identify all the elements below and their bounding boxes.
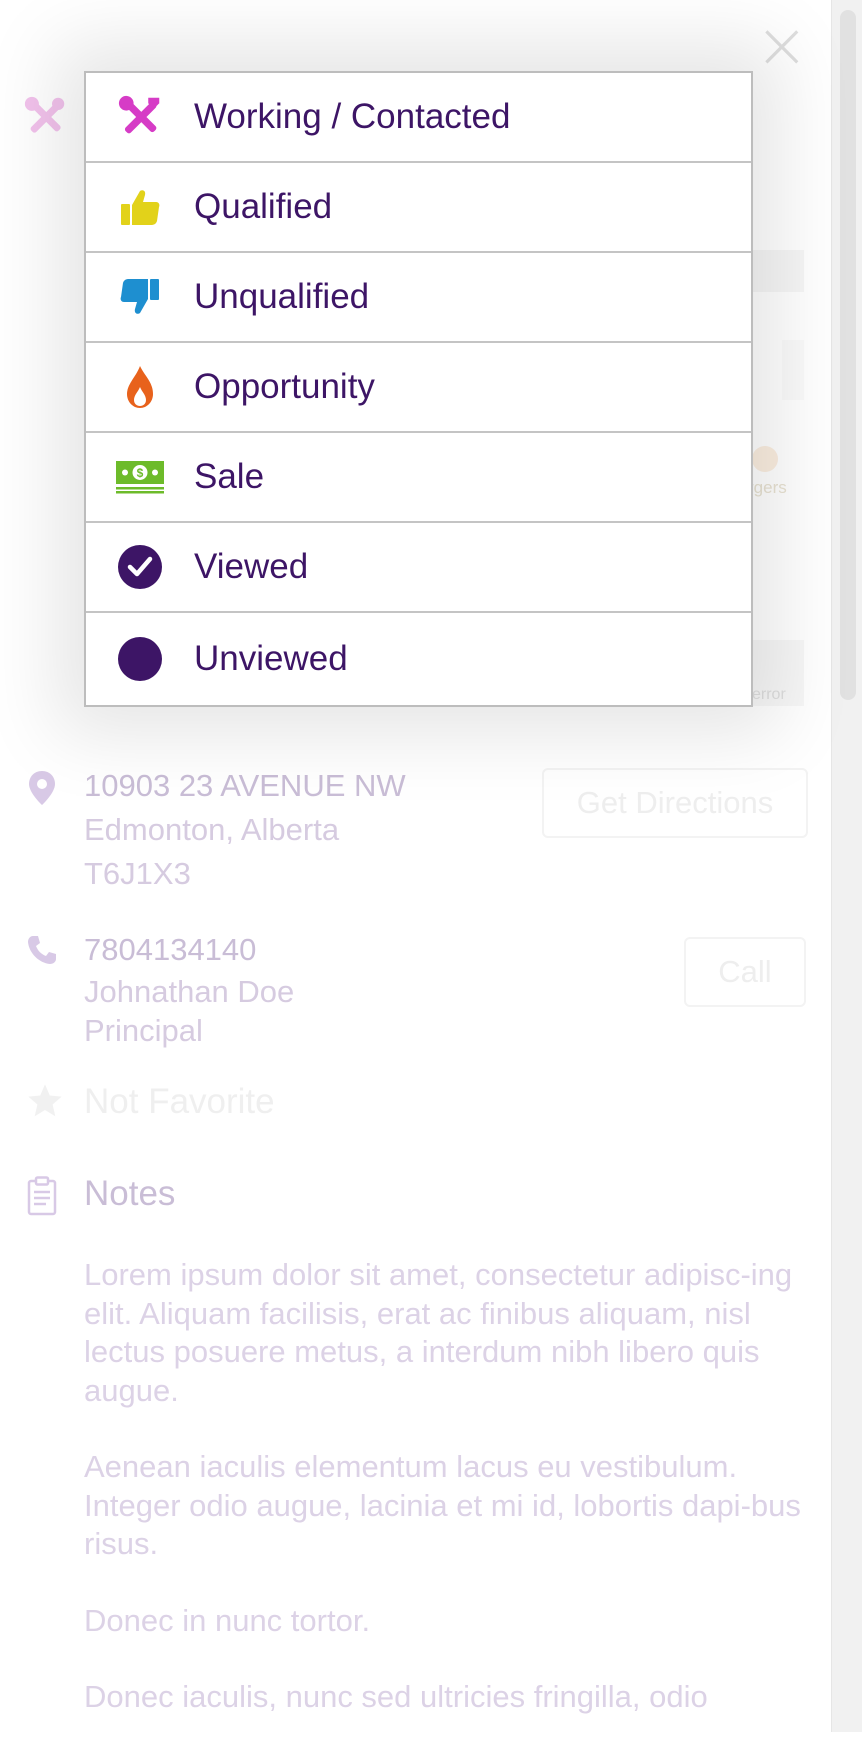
status-option-unqualified[interactable]: Unqualified bbox=[86, 253, 751, 343]
check-circle-icon bbox=[114, 541, 166, 593]
category-peek-text: rgers bbox=[748, 478, 787, 497]
close-icon[interactable]: × bbox=[755, 14, 809, 78]
status-option-label: Opportunity bbox=[194, 367, 375, 406]
notes-paragraph: Donec iaculis, nunc sed ultricies fringi… bbox=[84, 1679, 708, 1714]
notes-title: Notes bbox=[84, 1174, 176, 1213]
panel-ghost bbox=[782, 340, 804, 400]
status-dropdown-menu: Working / Contacted Qualified Unqualifie… bbox=[84, 71, 753, 707]
scrollbar-thumb[interactable] bbox=[840, 10, 856, 700]
call-button[interactable]: Call bbox=[684, 937, 806, 1007]
status-option-working-contacted[interactable]: Working / Contacted bbox=[86, 73, 751, 163]
favorite-toggle-label[interactable]: Not Favorite bbox=[84, 1082, 275, 1122]
location-pin-icon bbox=[26, 770, 58, 806]
contact-name: Johnathan Doe bbox=[84, 974, 295, 1009]
status-option-label: Qualified bbox=[194, 187, 333, 226]
money-icon: $ bbox=[114, 451, 166, 503]
thumbs-down-icon bbox=[114, 271, 166, 323]
address-line1: 10903 23 AVENUE NW bbox=[84, 768, 406, 803]
address-line3: T6J1X3 bbox=[84, 856, 191, 891]
status-option-qualified[interactable]: Qualified bbox=[86, 163, 751, 253]
svg-text:$: $ bbox=[137, 466, 144, 480]
address-line2: Edmonton, Alberta bbox=[84, 812, 340, 847]
star-icon[interactable] bbox=[26, 1082, 64, 1118]
notes-body: Lorem ipsum dolor sit amet, consectetur … bbox=[84, 1256, 804, 1755]
status-option-label: Viewed bbox=[194, 547, 309, 586]
error-peek-text: error bbox=[752, 686, 786, 703]
notes-paragraph: Donec in nunc tortor. bbox=[84, 1602, 371, 1638]
contact-block: 7804134140 Johnathan Doe Principal bbox=[84, 928, 294, 1050]
status-option-viewed[interactable]: Viewed bbox=[86, 523, 751, 613]
notes-paragraph: Aenean iaculis elementum lacus eu vestib… bbox=[84, 1449, 801, 1561]
phone-icon bbox=[26, 934, 58, 970]
status-option-unviewed[interactable]: Unviewed bbox=[86, 613, 751, 705]
status-option-opportunity[interactable]: Opportunity bbox=[86, 343, 751, 433]
flame-icon bbox=[114, 361, 166, 413]
clipboard-icon bbox=[26, 1176, 58, 1216]
status-option-label: Sale bbox=[194, 457, 265, 496]
notes-paragraph: Lorem ipsum dolor sit amet, consectetur … bbox=[84, 1257, 793, 1408]
tools-icon bbox=[24, 96, 66, 138]
utensils-icon bbox=[752, 446, 778, 472]
tools-icon bbox=[114, 91, 166, 143]
filled-circle-icon bbox=[114, 633, 166, 685]
status-option-label: Unviewed bbox=[194, 639, 348, 678]
phone-number: 7804134140 bbox=[84, 932, 257, 967]
address-block: 10903 23 AVENUE NW Edmonton, Alberta T6J… bbox=[84, 764, 406, 896]
status-option-label: Working / Contacted bbox=[194, 97, 511, 136]
contact-role: Principal bbox=[84, 1013, 203, 1048]
status-option-sale[interactable]: $ Sale bbox=[86, 433, 751, 523]
status-option-label: Unqualified bbox=[194, 277, 370, 316]
scrollbar-track[interactable] bbox=[831, 0, 862, 1732]
thumbs-up-icon bbox=[114, 181, 166, 233]
get-directions-button[interactable]: Get Directions bbox=[542, 768, 808, 838]
